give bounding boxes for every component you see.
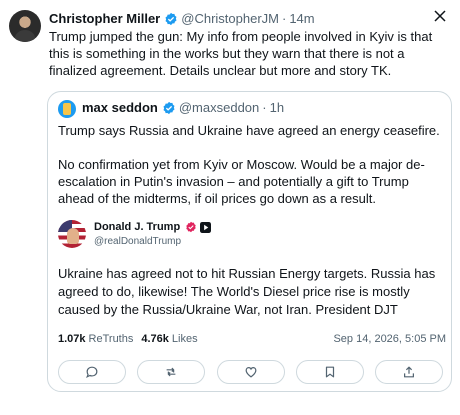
retruth-button[interactable] — [137, 360, 206, 384]
share-button[interactable] — [375, 360, 443, 384]
verified-badge-icon — [186, 221, 196, 233]
likes-label: Likes — [171, 333, 198, 345]
quote-time[interactable]: 1h — [270, 100, 284, 115]
quote-header: max seddon @maxseddon · 1h — [82, 100, 284, 115]
verified-badge-icon — [163, 101, 175, 114]
bookmark-icon — [325, 366, 334, 378]
truth-social-badge-icon — [200, 221, 212, 233]
post-card: Christopher Miller @ChristopherJM · 14m … — [0, 0, 460, 415]
quote-text: Trump says Russia and Ukraine have agree… — [58, 122, 443, 207]
reply-icon — [86, 366, 98, 379]
close-icon[interactable] — [432, 8, 448, 24]
truth-author-avatar[interactable] — [58, 220, 86, 248]
share-icon — [404, 366, 414, 378]
truth-stats: 1.07k ReTruths 4.76k Likes Sep 14, 2026,… — [58, 333, 446, 345]
retruths-label: ReTruths — [88, 333, 134, 345]
verified-badge-icon — [165, 12, 177, 25]
likes-count[interactable]: 4.76k — [141, 333, 169, 345]
separator-dot: · — [281, 11, 287, 26]
quoted-post[interactable]: max seddon @maxseddon · 1h Trump says Ru… — [47, 91, 452, 392]
truth-date: Sep 14, 2026, 5:05 PM — [333, 333, 446, 345]
author-handle[interactable]: @ChristopherJM — [181, 11, 279, 26]
post-time[interactable]: 14m — [289, 11, 314, 26]
truth-author-name[interactable]: Donald J. Trump — [94, 221, 180, 233]
reply-button[interactable] — [58, 360, 126, 384]
truth-author-handle[interactable]: @realDonaldTrump — [94, 236, 181, 247]
post-text: Trump jumped the gun: My info from peopl… — [49, 29, 433, 78]
truth-text: Ukraine has agreed not to hit Russian En… — [58, 266, 436, 317]
retruths-count[interactable]: 1.07k — [58, 333, 86, 345]
like-button[interactable] — [216, 360, 285, 384]
bookmark-button[interactable] — [295, 360, 364, 384]
author-name[interactable]: Christopher Miller — [49, 11, 160, 26]
retruth-icon — [166, 367, 176, 377]
separator-dot: · — [262, 100, 267, 115]
truth-author-name-row: Donald J. Trump — [94, 221, 212, 233]
truth-action-bar — [58, 360, 443, 386]
quote-author-avatar[interactable] — [58, 100, 76, 118]
post-header: Christopher Miller @ChristopherJM · 14m — [49, 11, 315, 26]
quote-author-name[interactable]: max seddon — [82, 100, 158, 115]
quote-author-handle[interactable]: @maxseddon — [179, 100, 259, 115]
author-avatar[interactable] — [9, 10, 41, 42]
quote-paragraph-1: Trump says Russia and Ukraine have agree… — [58, 123, 440, 138]
heart-icon — [245, 367, 256, 378]
quote-paragraph-2: No confirmation yet from Kyiv or Moscow.… — [58, 157, 425, 206]
